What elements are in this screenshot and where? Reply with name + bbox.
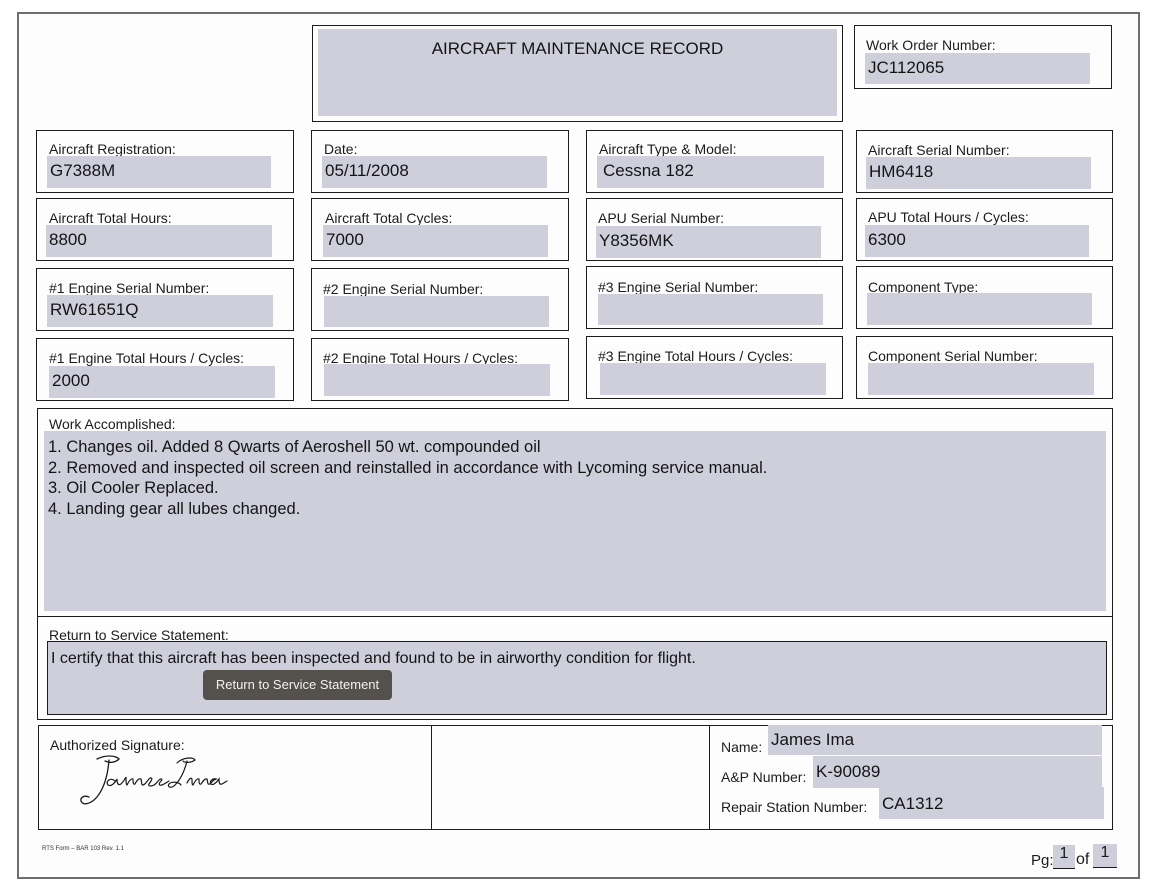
component-serial-box: Component Serial Number: (856, 336, 1113, 399)
repair-station-label: Repair Station Number: (721, 799, 868, 815)
total-hours-label: Aircraft Total Hours: (49, 210, 172, 226)
name-field[interactable]: James Ima (768, 725, 1102, 755)
total-hours-field[interactable]: 8800 (46, 225, 272, 257)
eng1-serial-field[interactable]: RW61651Q (47, 295, 273, 327)
return-to-service-button[interactable]: Return to Service Statement (203, 670, 392, 700)
apu-hours-box: APU Total Hours / Cycles: 6300 (856, 198, 1113, 261)
work-order-field[interactable]: JC112065 (865, 53, 1090, 84)
title-box: AIRCRAFT MAINTENANCE RECORD (312, 25, 843, 122)
handwritten-signature (80, 755, 228, 805)
apu-hours-label: APU Total Hours / Cycles: (868, 209, 1029, 225)
total-hours-box: Aircraft Total Hours: 8800 (36, 198, 294, 261)
work-accomplished-box: Work Accomplished: 1. Changes oil. Added… (37, 408, 1113, 618)
eng2-serial-box: #2 Engine Serial Number: (311, 268, 569, 331)
type-model-label: Aircraft Type & Model: (599, 141, 737, 157)
serial-label: Aircraft Serial Number: (868, 142, 1010, 158)
date-box: Date: 05/11/2008 (311, 130, 569, 193)
eng1-serial-box: #1 Engine Serial Number: RW61651Q (36, 268, 294, 331)
serial-field[interactable]: HM6418 (866, 157, 1091, 189)
apu-serial-box: APU Serial Number: Y8356MK (586, 198, 843, 261)
total-cycles-label: Aircraft Total Cycles: (325, 210, 453, 226)
work-accomplished-field[interactable]: 1. Changes oil. Added 8 Qwarts of Aerosh… (44, 431, 1106, 611)
page-label: Pg: (1031, 852, 1054, 869)
eng3-serial-box: #3 Engine Serial Number: (586, 266, 843, 329)
eng2-hours-box: #2 Engine Total Hours / Cycles: (311, 338, 569, 401)
eng1-hours-box: #1 Engine Total Hours / Cycles: 2000 (36, 338, 294, 401)
blank-cell (431, 725, 711, 830)
eng2-serial-label: #2 Engine Serial Number: (323, 281, 484, 297)
work-accomplished-label: Work Accomplished: (49, 416, 176, 432)
certifier-box: Name: James Ima A&P Number: K-90089 Repa… (709, 725, 1113, 830)
eng1-serial-label: #1 Engine Serial Number: (49, 280, 210, 296)
eng1-hours-label: #1 Engine Total Hours / Cycles: (49, 350, 245, 366)
work-line: 4. Landing gear all lubes changed. (48, 499, 301, 518)
registration-box: Aircraft Registration: G7388M (36, 130, 294, 193)
eng1-hours-field[interactable]: 2000 (49, 366, 275, 398)
type-model-box: Aircraft Type & Model: Cessna 182 (586, 130, 843, 193)
ap-number-label: A&P Number: (721, 769, 807, 785)
ap-number-field[interactable]: K-90089 (813, 756, 1102, 788)
date-field[interactable]: 05/11/2008 (322, 156, 547, 188)
component-type-box: Component Type: (856, 266, 1113, 329)
total-cycles-field[interactable]: 7000 (323, 225, 548, 257)
work-line: 1. Changes oil. Added 8 Qwarts of Aerosh… (48, 438, 541, 456)
component-serial-label: Component Serial Number: (868, 348, 1038, 364)
eng3-hours-label: #3 Engine Total Hours / Cycles: (598, 348, 794, 364)
serial-box: Aircraft Serial Number: HM6418 (856, 130, 1113, 193)
title-field[interactable]: AIRCRAFT MAINTENANCE RECORD (318, 29, 837, 116)
form-title: AIRCRAFT MAINTENANCE RECORD (431, 39, 724, 58)
work-order-box: Work Order Number: JC112065 (854, 25, 1112, 89)
type-model-field[interactable]: Cessna 182 (597, 156, 824, 188)
page-current-field[interactable]: 1 (1053, 845, 1075, 869)
work-line: 2. Removed and inspected oil screen and … (48, 458, 768, 477)
work-line: 3. Oil Cooler Replaced. (48, 479, 219, 497)
eng3-hours-field[interactable] (600, 363, 826, 395)
total-cycles-box: Aircraft Total Cycles: 7000 (311, 198, 569, 261)
registration-field[interactable]: G7388M (47, 156, 271, 188)
registration-label: Aircraft Registration: (49, 141, 176, 157)
eng3-hours-box: #3 Engine Total Hours / Cycles: (586, 336, 843, 399)
eng2-serial-field[interactable] (324, 296, 549, 327)
work-order-label: Work Order Number: (866, 37, 996, 53)
eng2-hours-field[interactable] (324, 364, 550, 396)
apu-hours-field[interactable]: 6300 (865, 225, 1089, 257)
apu-serial-label: APU Serial Number: (598, 210, 725, 226)
of-label: of (1076, 851, 1090, 868)
rts-box: Return to Service Statement: I certify t… (37, 616, 1113, 720)
name-label: Name: (721, 739, 763, 755)
component-type-field[interactable] (867, 293, 1092, 325)
apu-serial-field[interactable]: Y8356MK (596, 226, 821, 258)
repair-station-field[interactable]: CA1312 (879, 787, 1104, 819)
signature-box: Authorized Signature: (38, 725, 433, 830)
component-serial-field[interactable] (868, 363, 1094, 395)
date-label: Date: (324, 141, 358, 157)
page-total-field[interactable]: 1 (1093, 844, 1117, 868)
eng3-serial-field[interactable] (598, 294, 823, 325)
form-code: RTS Form – BAR 103 Rev. 1.1 (42, 846, 124, 852)
eng3-serial-label: #3 Engine Serial Number: (598, 279, 759, 295)
